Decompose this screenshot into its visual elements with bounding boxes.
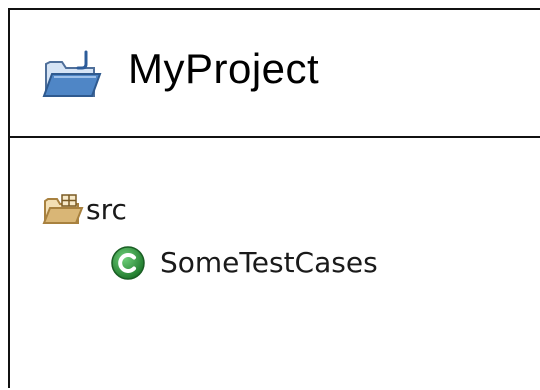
tree-item-src[interactable]: src	[42, 193, 127, 227]
project-header[interactable]: MyProject	[10, 10, 540, 138]
package-explorer-panel: MyProject src SomeTestCases	[8, 8, 540, 388]
java-project-folder-icon	[42, 50, 102, 102]
tree-item-label: src	[86, 192, 127, 226]
project-title: MyProject	[128, 45, 320, 92]
source-package-folder-icon	[42, 193, 84, 227]
project-tree: src SomeTestCases	[10, 138, 540, 390]
tree-item-sometestcases[interactable]: SomeTestCases	[110, 245, 378, 281]
java-class-icon	[110, 245, 146, 281]
tree-item-label: SomeTestCases	[160, 245, 378, 279]
